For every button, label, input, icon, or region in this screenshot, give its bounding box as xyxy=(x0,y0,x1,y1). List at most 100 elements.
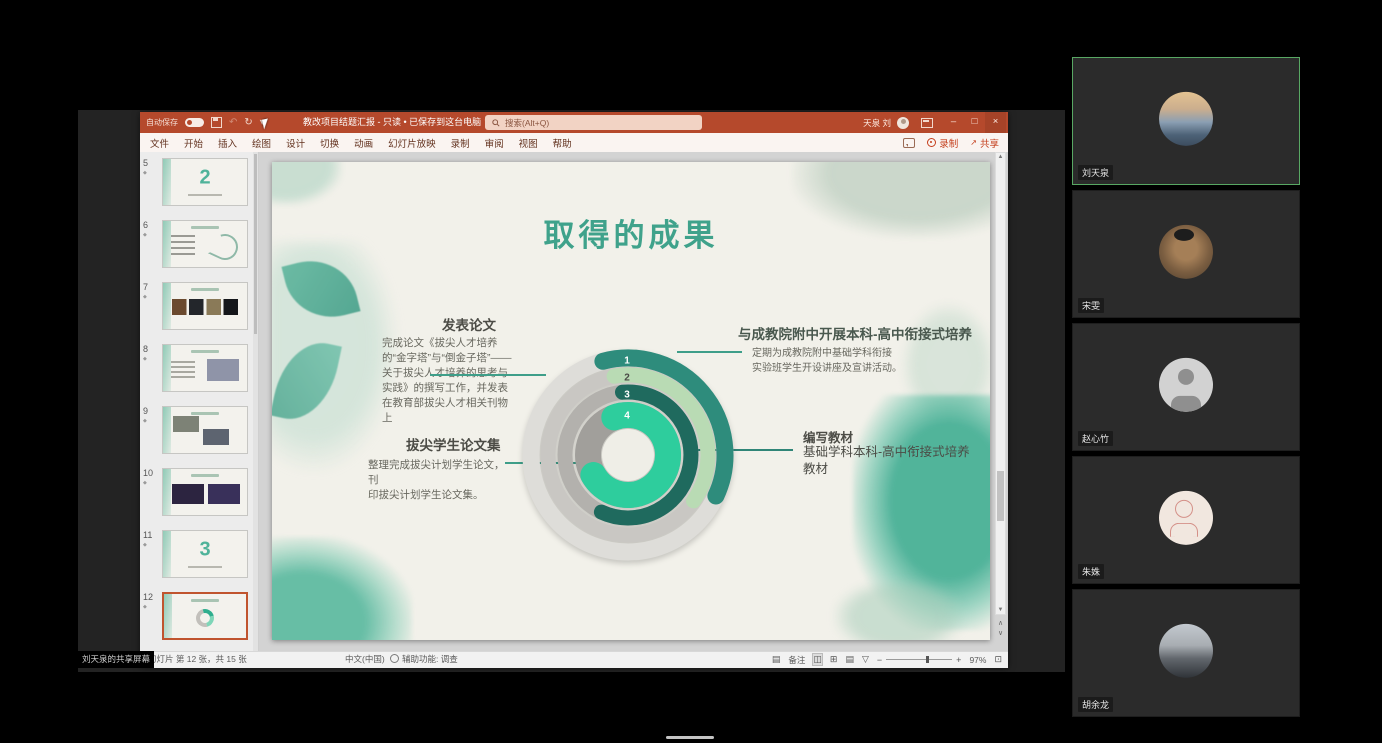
ribbon-tab[interactable]: 绘图 xyxy=(252,136,271,150)
account-name[interactable]: 天泉 刘 xyxy=(863,117,891,129)
participant-tile[interactable]: 赵心竹 xyxy=(1072,323,1300,451)
slide-thumbnail[interactable]: 6 ◆ xyxy=(140,220,258,270)
participant-tile[interactable]: 胡余龙 xyxy=(1072,589,1300,717)
record-button[interactable]: 录制 xyxy=(927,136,958,150)
next-slide-button[interactable]: ∨ xyxy=(998,630,1003,637)
slide-thumbnail[interactable]: 9 ◆ xyxy=(140,406,258,456)
slide-thumbnail[interactable]: 5 ◆ 2 xyxy=(140,158,258,208)
thumbnail-glyph: 2 xyxy=(199,167,210,190)
slide-number: 10 xyxy=(143,468,153,478)
participant-tile[interactable]: 刘天泉 xyxy=(1072,57,1300,185)
slideshow-view-icon[interactable]: ▽ xyxy=(862,654,869,665)
previous-slide-button[interactable]: ∧ xyxy=(998,620,1003,627)
thumbnail-panel-scrollbar[interactable] xyxy=(253,152,258,652)
slide-thumbnail-preview[interactable]: 2 xyxy=(162,158,248,206)
avatar-detail xyxy=(1170,523,1198,537)
autosave-toggle[interactable] xyxy=(185,118,204,127)
account-avatar[interactable] xyxy=(897,117,909,129)
thumbnail-number-column: 6 ◆ xyxy=(140,220,158,270)
slide-counter: 幻灯片 第 12 张，共 15 张 xyxy=(148,652,247,667)
watercolor-decoration xyxy=(272,537,412,640)
ribbon-tab[interactable]: 文件 xyxy=(150,136,169,150)
avatar-detail xyxy=(1171,396,1201,412)
slide-thumbnail[interactable]: 11 ◆ 3 xyxy=(140,530,258,580)
thumbnail-title-line xyxy=(191,412,219,415)
language-indicator[interactable]: 中文(中国) xyxy=(345,652,385,667)
ppt-titlebar: 自动保存 ↶ ↻ ▾ 教改项目结题汇报 - 只读 • 已保存到这台电脑 ∨ 搜索… xyxy=(140,112,1008,133)
ribbon-tab[interactable]: 审阅 xyxy=(485,136,504,150)
ring-label-3: 3 xyxy=(624,390,630,401)
slide-thumbnail-preview[interactable] xyxy=(162,406,248,454)
slide-thumbnail[interactable]: 10 ◆ xyxy=(140,468,258,518)
redo-icon[interactable]: ↻ xyxy=(244,112,252,133)
zoom-slider-track[interactable] xyxy=(886,659,952,660)
minimize-button[interactable]: – xyxy=(943,112,964,133)
thumbnail-title-line xyxy=(191,599,219,602)
ribbon-tab[interactable]: 录制 xyxy=(451,136,470,150)
powerpoint-window: 自动保存 ↶ ↻ ▾ 教改项目结题汇报 - 只读 • 已保存到这台电脑 ∨ 搜索… xyxy=(140,112,1008,668)
ribbon-tab[interactable]: 切换 xyxy=(320,136,339,150)
accessibility-status[interactable]: 辅助功能: 调查 xyxy=(390,652,458,667)
ribbon-tab[interactable]: 视图 xyxy=(519,136,538,150)
slide-scrollbar[interactable]: ▲ ▼ xyxy=(995,152,1006,615)
ribbon-tab[interactable]: 插入 xyxy=(218,136,237,150)
ribbon-tab[interactable]: 动画 xyxy=(354,136,373,150)
zoom-slider[interactable]: − + xyxy=(877,655,962,665)
maximize-button[interactable]: □ xyxy=(964,112,985,133)
undo-icon[interactable]: ↶ xyxy=(229,112,237,133)
avatar-detail xyxy=(1178,369,1194,385)
zoom-level[interactable]: 97% xyxy=(969,655,986,665)
slide-thumbnail[interactable]: 8 ◆ xyxy=(140,344,258,394)
slide-thumbnail-preview[interactable] xyxy=(162,220,248,268)
ribbon-tab[interactable]: 帮助 xyxy=(553,136,572,150)
search-input[interactable]: 搜索(Alt+Q) xyxy=(485,115,702,130)
animation-indicator-icon: ◆ xyxy=(143,356,147,362)
slide-thumbnail[interactable]: 7 ◆ xyxy=(140,282,258,332)
autosave-label: 自动保存 xyxy=(146,117,178,128)
save-icon[interactable] xyxy=(211,117,222,128)
section-body-collection: 整理完成拔尖计划学生论文，刊 印拔尖计划学生论文集。 xyxy=(368,458,508,503)
slide-number: 6 xyxy=(143,220,148,230)
slide-thumbnail-preview[interactable] xyxy=(162,468,248,516)
scroll-up-icon[interactable]: ▲ xyxy=(996,154,1005,160)
close-button[interactable]: × xyxy=(985,112,1006,133)
ribbon-tab[interactable]: 幻灯片放映 xyxy=(388,136,436,150)
ribbon-tab[interactable]: 设计 xyxy=(286,136,305,150)
comments-icon[interactable] xyxy=(903,138,915,148)
thumbnail-glyph xyxy=(171,235,195,237)
zoom-slider-knob[interactable] xyxy=(926,656,929,663)
slide-sorter-view-icon[interactable]: ⊞ xyxy=(830,654,838,665)
scroll-down-icon[interactable]: ▼ xyxy=(996,607,1005,613)
current-slide: 取得的成果 发表论文 完成论文《拔尖人才培养的“金字塔”与“倒金子塔”——关于拔… xyxy=(272,162,990,640)
slide-thumbnail-list: 5 ◆ 2 6 ◆ xyxy=(140,158,258,642)
scrollbar-thumb[interactable] xyxy=(997,471,1004,521)
notes-button[interactable]: 备注 xyxy=(788,654,805,666)
slide-thumbnail-preview[interactable] xyxy=(162,592,248,640)
normal-view-icon[interactable]: ◫ xyxy=(813,654,822,665)
ribbon-display-options-icon[interactable] xyxy=(921,118,933,128)
thumbnail-number-column: 7 ◆ xyxy=(140,282,158,332)
participant-avatar xyxy=(1159,225,1213,279)
slide-thumbnail-preview[interactable] xyxy=(162,282,248,330)
slide-thumbnail-preview[interactable] xyxy=(162,344,248,392)
zoom-in-icon[interactable]: + xyxy=(956,655,961,665)
document-title[interactable]: 教改项目结题汇报 - 只读 • 已保存到这台电脑 ∨ xyxy=(303,112,490,133)
zoom-out-icon[interactable]: − xyxy=(877,655,882,665)
screen: 自动保存 ↶ ↻ ▾ 教改项目结题汇报 - 只读 • 已保存到这台电脑 ∨ 搜索… xyxy=(0,0,1382,743)
ribbon-tab[interactable]: 开始 xyxy=(184,136,203,150)
participant-tile[interactable]: 朱姝 xyxy=(1072,456,1300,584)
participant-avatar xyxy=(1159,491,1213,545)
ring-label-1: 1 xyxy=(624,356,630,367)
thumbnail-number-column: 11 ◆ xyxy=(140,530,158,580)
section-title-cooperation: 与成教院附中开展本科-高中衔接式培养 xyxy=(738,323,972,343)
slide-thumbnail-preview[interactable]: 3 xyxy=(162,530,248,578)
fit-slide-icon[interactable]: ⊡ xyxy=(994,654,1002,665)
reading-view-icon[interactable]: ▤ xyxy=(845,654,854,665)
watercolor-decoration xyxy=(272,162,342,205)
participant-tile[interactable]: 宋雯 xyxy=(1072,190,1300,318)
thumbnail-number-column: 10 ◆ xyxy=(140,468,158,518)
participant-avatar xyxy=(1159,358,1213,412)
participant-name: 胡余龙 xyxy=(1078,697,1113,712)
share-button[interactable]: ↗共享 xyxy=(970,136,999,150)
slide-thumbnail[interactable]: 12 ◆ xyxy=(140,592,258,642)
